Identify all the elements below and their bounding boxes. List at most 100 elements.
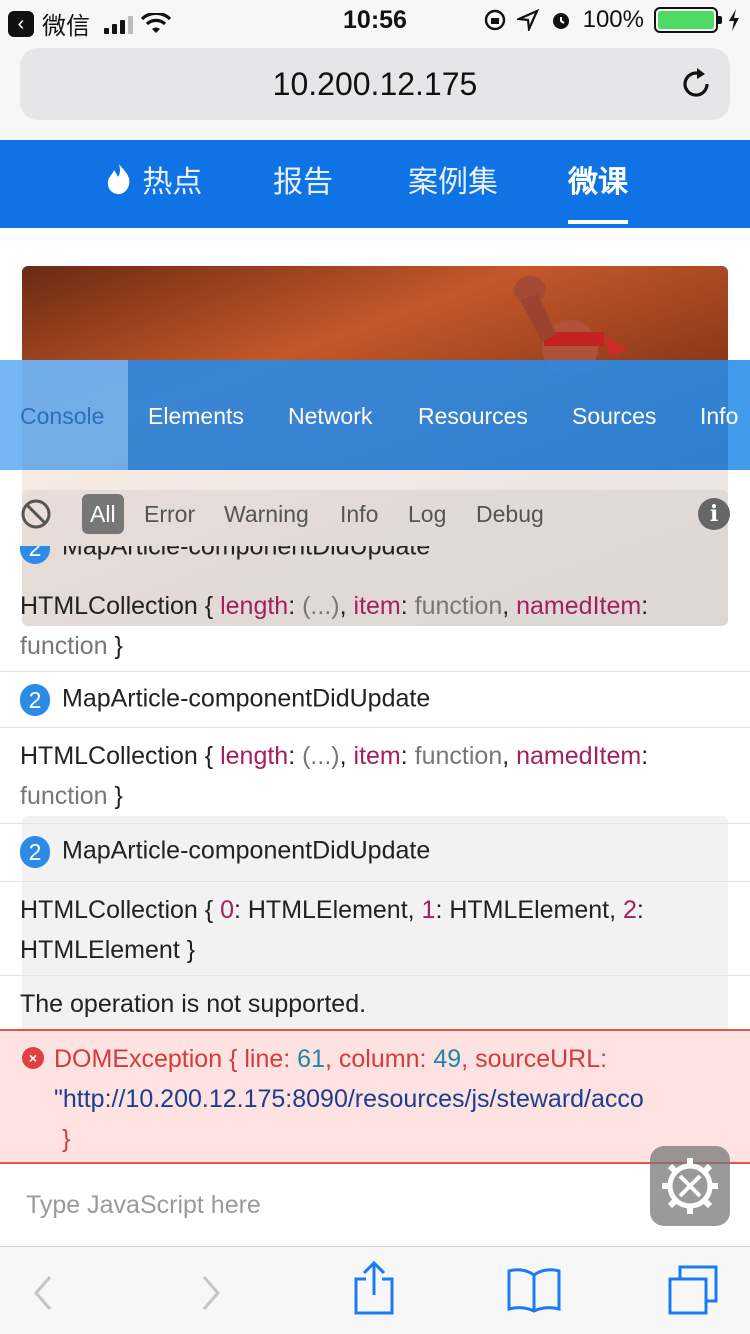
log-text: : bbox=[400, 742, 415, 770]
log-text: The operation is not supported. bbox=[20, 990, 367, 1018]
error-line-2: "http://10.200.12.175:8090/resources/js/… bbox=[54, 1085, 744, 1114]
tabs-icon[interactable] bbox=[666, 1263, 720, 1317]
log-text: : HTMLElement, bbox=[435, 896, 624, 924]
log-entry[interactable]: HTMLCollection { length: (...), item: fu… bbox=[0, 578, 750, 672]
charging-icon bbox=[729, 9, 739, 31]
vconsole-tab-sources-label: Sources bbox=[572, 403, 657, 429]
log-entry[interactable]: The operation is not supported. bbox=[0, 976, 750, 1029]
filter-error-label: Error bbox=[144, 501, 196, 527]
log-group-text: MapArticle-componentDidUpdate bbox=[62, 546, 431, 561]
nav-tab-microcourse-label: 微课 bbox=[568, 166, 628, 199]
browser-address-bar: 10.200.12.175 bbox=[0, 40, 750, 140]
bookmarks-icon[interactable] bbox=[506, 1267, 562, 1313]
error-text: , sourceURL: bbox=[461, 1045, 608, 1073]
vconsole-tab-network-label: Network bbox=[288, 403, 373, 429]
log-text: , bbox=[502, 742, 517, 770]
log-value: (...) bbox=[302, 592, 340, 620]
log-entry[interactable]: HTMLCollection { 0: HTMLElement, 1: HTML… bbox=[0, 882, 750, 976]
filter-all[interactable]: All bbox=[82, 494, 124, 534]
log-group-header[interactable]: 2 MapArticle-componentDidUpdate bbox=[0, 672, 750, 728]
back-chevron-icon[interactable] bbox=[30, 1273, 56, 1313]
log-text: , bbox=[339, 592, 354, 620]
log-group-header[interactable]: 2 MapArticle-componentDidUpdate bbox=[0, 546, 750, 578]
url-field[interactable]: 10.200.12.175 bbox=[20, 48, 730, 120]
vconsole-tab-info[interactable]: Info bbox=[700, 360, 738, 470]
error-source-url: "http://10.200.12.175:8090/resources/js/… bbox=[54, 1085, 644, 1113]
log-key: item bbox=[353, 592, 401, 620]
log-value: function bbox=[20, 782, 108, 810]
filter-info[interactable]: Info bbox=[332, 494, 386, 534]
nav-tab-cases[interactable]: 案例集 bbox=[408, 140, 498, 228]
log-key: 2 bbox=[623, 896, 637, 924]
error-line-1: DOMException { line: 61, column: 49, sou… bbox=[54, 1045, 744, 1074]
reload-icon[interactable] bbox=[678, 66, 714, 102]
log-text: HTMLElement } bbox=[20, 936, 196, 964]
filter-debug[interactable]: Debug bbox=[468, 494, 552, 534]
log-text: , bbox=[502, 592, 517, 620]
vconsole-toggle-button[interactable] bbox=[650, 1146, 730, 1226]
nav-tab-report[interactable]: 报告 bbox=[273, 140, 333, 228]
log-text: HTMLCollection { bbox=[20, 896, 221, 924]
log-text: } bbox=[107, 632, 123, 660]
error-line-3: } bbox=[62, 1125, 70, 1154]
repeat-count-badge: 2 bbox=[20, 836, 50, 868]
log-key: namedItem bbox=[516, 592, 642, 620]
vconsole-tab-console-label: Console bbox=[20, 403, 105, 429]
battery-icon bbox=[654, 7, 722, 33]
log-text: , bbox=[339, 742, 354, 770]
vconsole-tab-resources-label: Resources bbox=[418, 403, 528, 429]
log-text: : HTMLElement, bbox=[233, 896, 422, 924]
filter-log[interactable]: Log bbox=[400, 494, 454, 534]
nav-tab-microcourse[interactable]: 微课 bbox=[568, 140, 628, 228]
error-icon: × bbox=[22, 1047, 44, 1069]
js-command-placeholder: Type JavaScript here bbox=[26, 1191, 261, 1219]
repeat-count-badge: 2 bbox=[20, 684, 50, 716]
js-command-input[interactable]: Type JavaScript here bbox=[0, 1166, 750, 1246]
alarm-icon bbox=[552, 13, 569, 29]
flame-icon bbox=[107, 164, 130, 195]
vconsole-tab-resources[interactable]: Resources bbox=[418, 360, 528, 470]
log-group-header[interactable]: 2 MapArticle-componentDidUpdate bbox=[0, 824, 750, 882]
filter-warning[interactable]: Warning bbox=[216, 494, 317, 534]
log-value: function bbox=[414, 742, 503, 770]
location-icon bbox=[516, 9, 539, 31]
vconsole-tab-info-label: Info bbox=[700, 403, 739, 429]
vconsole-tabbar: Console Elements Network Resources Sourc… bbox=[0, 360, 750, 470]
filter-log-label: Log bbox=[408, 501, 447, 527]
error-text: } bbox=[62, 1125, 71, 1153]
filter-all-label: All bbox=[90, 501, 116, 527]
nav-tab-report-label: 报告 bbox=[273, 166, 333, 199]
log-value: (...) bbox=[302, 742, 340, 770]
log-entry-error[interactable]: × DOMException { line: 61, column: 49, s… bbox=[0, 1029, 750, 1164]
vconsole-toolbar: All Error Warning Info Log Debug bbox=[0, 470, 750, 556]
info-icon[interactable]: i bbox=[698, 498, 730, 530]
clear-log-icon[interactable] bbox=[20, 498, 52, 530]
vconsole-tab-elements-label: Elements bbox=[148, 403, 244, 429]
repeat-count-badge: 2 bbox=[20, 546, 50, 564]
log-text: : bbox=[641, 592, 649, 620]
filter-error[interactable]: Error bbox=[136, 494, 203, 534]
log-value: function bbox=[414, 592, 503, 620]
vconsole-tab-console[interactable]: Console bbox=[0, 360, 128, 470]
vconsole-tab-elements[interactable]: Elements bbox=[148, 360, 244, 470]
status-right: 100% bbox=[483, 6, 740, 34]
log-text: : bbox=[636, 896, 644, 924]
log-value: function bbox=[20, 632, 108, 660]
nav-tab-hot[interactable]: 热点 bbox=[104, 140, 202, 228]
log-text: : bbox=[641, 742, 649, 770]
vconsole-tab-sources[interactable]: Sources bbox=[572, 360, 656, 470]
battery-percent: 100% bbox=[582, 6, 644, 33]
share-icon[interactable] bbox=[352, 1259, 396, 1317]
log-text: : bbox=[288, 592, 303, 620]
rotation-lock-icon bbox=[484, 9, 505, 31]
forward-chevron-icon[interactable] bbox=[198, 1273, 224, 1313]
log-text: HTMLCollection { bbox=[20, 592, 221, 620]
log-text: } bbox=[107, 782, 123, 810]
filter-info-label: Info bbox=[340, 501, 379, 527]
log-key: namedItem bbox=[516, 742, 642, 770]
log-entry[interactable]: HTMLCollection { length: (...), item: fu… bbox=[0, 728, 750, 824]
log-text: : bbox=[288, 742, 303, 770]
error-text: , column: bbox=[324, 1045, 434, 1073]
vconsole-tab-network[interactable]: Network bbox=[288, 360, 372, 470]
log-key: item bbox=[353, 742, 401, 770]
